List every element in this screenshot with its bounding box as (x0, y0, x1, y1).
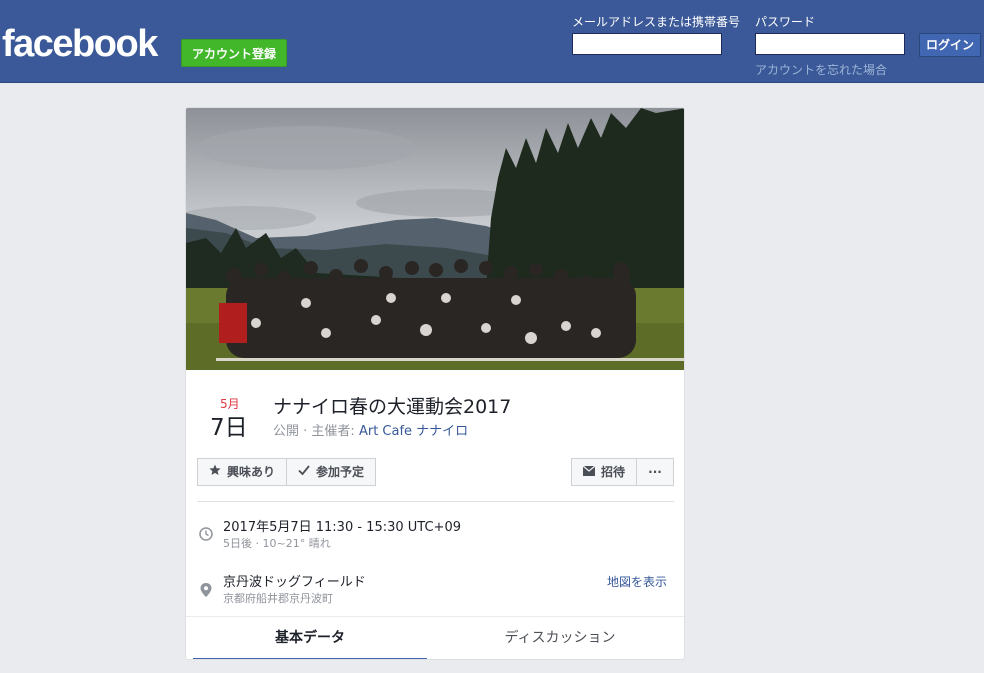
more-dots-icon: ··· (648, 465, 662, 479)
event-meta: 公開 · 主催者: Art Cafe ナナイロ (273, 420, 468, 439)
host-prefix: 主催者: (311, 424, 355, 439)
top-bar: facebook アカウント登録 メールアドレスまたは携帯番号 パスワード ログ… (0, 0, 984, 83)
email-label: メールアドレスまたは携帯番号 (572, 15, 741, 29)
clock-icon (199, 526, 213, 545)
tab-about[interactable]: 基本データ (193, 618, 427, 659)
password-field[interactable] (755, 33, 905, 55)
signup-button[interactable]: アカウント登録 (181, 39, 287, 67)
more-options-button[interactable]: ··· (636, 458, 674, 486)
login-button[interactable]: ログイン (919, 33, 981, 57)
event-cover-photo[interactable] (186, 108, 685, 370)
place-address: 京都府船井郡京丹波町 (223, 592, 333, 605)
place-name[interactable]: 京丹波ドッグフィールド (223, 571, 366, 590)
envelope-icon (582, 459, 596, 485)
event-title: ナナイロ春の大運動会2017 (273, 396, 512, 418)
facebook-logo[interactable]: facebook (2, 22, 158, 66)
location-pin-icon (200, 582, 212, 601)
invite-label: 招待 (600, 465, 625, 479)
host-link[interactable]: Art Cafe ナナイロ (359, 424, 468, 439)
privacy-label: 公開 (273, 424, 300, 439)
show-map-link[interactable]: 地図を表示 (607, 573, 667, 590)
going-button[interactable]: 参加予定 (286, 458, 376, 486)
email-field[interactable] (572, 33, 722, 55)
invite-button[interactable]: 招待 (571, 458, 637, 486)
forgot-account-link[interactable]: アカウントを忘れた場合 (755, 61, 887, 78)
event-weather: 5日後 · 10~21° 晴れ (223, 537, 331, 550)
event-day: 7日 (210, 415, 248, 441)
tab-discussion[interactable]: ディスカッション (443, 618, 677, 658)
event-time[interactable]: 2017年5月7日 11:30 - 15:30 UTC+09 (223, 516, 461, 535)
interested-button[interactable]: 興味あり (197, 458, 287, 486)
going-label: 参加予定 (315, 465, 364, 479)
check-icon (298, 459, 310, 485)
tabs-divider (186, 616, 684, 617)
interested-label: 興味あり (226, 465, 275, 479)
password-label: パスワード (755, 15, 816, 29)
event-card: 5月 7日 ナナイロ春の大運動会2017 公開 · 主催者: Art Cafe … (185, 107, 685, 660)
star-icon (209, 459, 221, 485)
divider (197, 501, 674, 502)
